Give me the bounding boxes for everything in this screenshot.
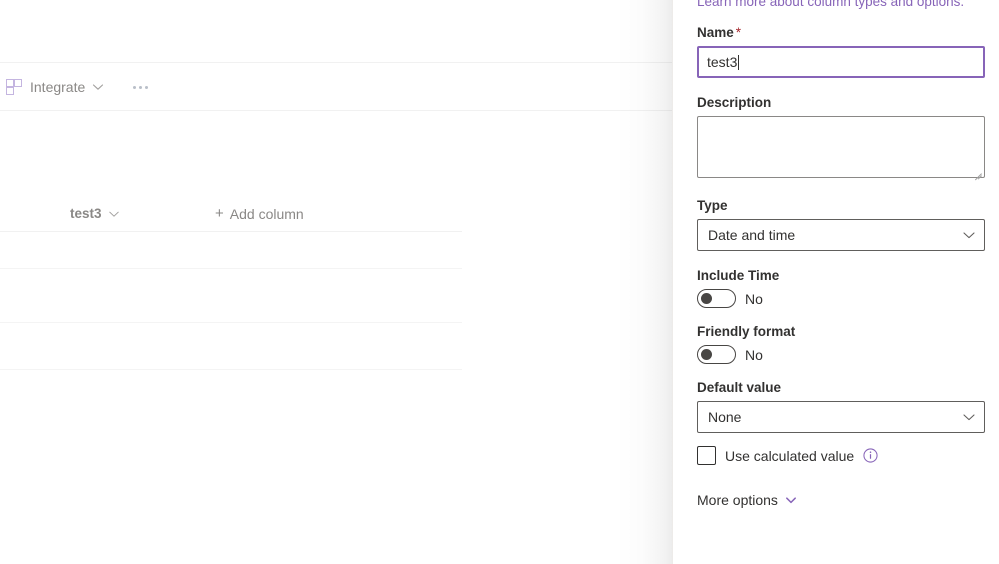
more-options-group: More options bbox=[697, 492, 985, 508]
type-select[interactable]: Date and time bbox=[697, 219, 985, 251]
friendly-format-toggle-row: No bbox=[697, 345, 985, 364]
use-calculated-value-checkbox[interactable] bbox=[697, 446, 716, 465]
resize-handle-icon[interactable] bbox=[973, 166, 982, 181]
type-field-group: Type Date and time bbox=[697, 198, 985, 251]
friendly-format-toggle[interactable] bbox=[697, 345, 736, 364]
use-calculated-value-row: Use calculated value bbox=[697, 446, 985, 465]
friendly-format-group: Friendly format No bbox=[697, 324, 985, 364]
column-header-label: test3 bbox=[70, 206, 102, 221]
ellipsis-dot bbox=[138, 85, 142, 89]
name-label: Name * bbox=[697, 25, 742, 40]
integrate-label: Integrate bbox=[30, 79, 86, 95]
integrate-button[interactable]: Integrate bbox=[0, 71, 110, 103]
required-marker: * bbox=[735, 25, 742, 40]
include-time-group: Include Time No bbox=[697, 268, 985, 308]
friendly-format-state: No bbox=[745, 346, 763, 363]
default-value-select[interactable]: None bbox=[697, 401, 985, 433]
chevron-down-icon bbox=[108, 211, 119, 217]
chevron-down-icon bbox=[963, 414, 975, 421]
info-circle-icon[interactable] bbox=[863, 448, 878, 463]
include-time-label: Include Time bbox=[697, 268, 780, 283]
name-input-value: test3 bbox=[707, 54, 738, 70]
default-value-select-value: None bbox=[708, 409, 742, 425]
include-time-toggle-row: No bbox=[697, 289, 985, 308]
chevron-down-icon bbox=[93, 84, 104, 90]
more-options-button[interactable]: More options bbox=[697, 492, 797, 508]
integrate-grid-icon bbox=[6, 78, 23, 96]
toggle-knob bbox=[701, 349, 712, 360]
use-calculated-value-label: Use calculated value bbox=[725, 447, 855, 464]
description-input[interactable] bbox=[697, 116, 985, 181]
column-header-test3[interactable]: test3 bbox=[70, 206, 120, 221]
name-field-group: Name * test3 bbox=[697, 25, 985, 78]
table-row-divider bbox=[0, 268, 462, 269]
app-root: Integrate test3 + Add column Learn more … bbox=[0, 0, 999, 564]
use-calculated-value-group: Use calculated value bbox=[697, 446, 985, 465]
text-cursor bbox=[738, 54, 740, 70]
include-time-toggle[interactable] bbox=[697, 289, 736, 308]
include-time-state: No bbox=[745, 290, 763, 307]
table-row-divider bbox=[0, 322, 462, 323]
toggle-knob bbox=[701, 293, 712, 304]
ellipsis-dot bbox=[144, 85, 148, 89]
plus-icon: + bbox=[215, 205, 224, 222]
more-options-label: More options bbox=[697, 492, 778, 508]
add-column-button[interactable]: + Add column bbox=[215, 206, 304, 222]
default-value-group: Default value None bbox=[697, 380, 985, 433]
type-label: Type bbox=[697, 198, 728, 213]
learn-more-link[interactable]: Learn more about column types and option… bbox=[697, 0, 964, 9]
name-input[interactable]: test3 bbox=[697, 46, 985, 78]
description-field-group: Description bbox=[697, 95, 985, 181]
list-header-region bbox=[0, 0, 672, 63]
add-column-label: Add column bbox=[229, 205, 304, 222]
chevron-down-icon bbox=[963, 232, 975, 239]
chevron-down-icon bbox=[785, 497, 796, 504]
table-row-divider bbox=[0, 369, 462, 370]
description-label: Description bbox=[697, 95, 772, 110]
friendly-format-label: Friendly format bbox=[697, 324, 796, 339]
default-value-label: Default value bbox=[697, 380, 782, 395]
list-column-header-row: test3 + Add column bbox=[0, 196, 462, 232]
type-select-value: Date and time bbox=[708, 227, 796, 243]
list-view-area: Integrate test3 + Add column bbox=[0, 0, 672, 564]
list-command-bar: Integrate bbox=[0, 64, 672, 111]
ellipsis-dot bbox=[132, 85, 136, 89]
more-commands-button[interactable] bbox=[124, 71, 156, 103]
